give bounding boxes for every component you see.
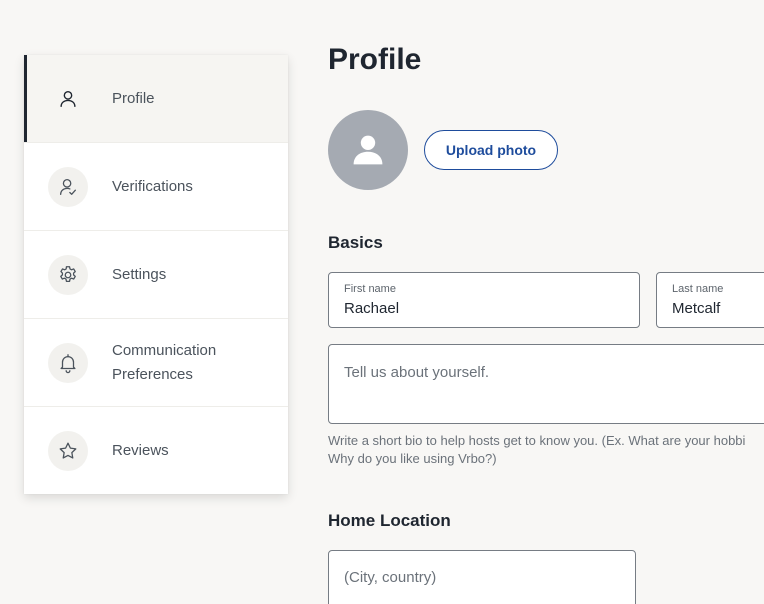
page-title: Profile bbox=[328, 43, 422, 76]
avatar bbox=[328, 110, 408, 190]
last-name-value: Metcalf bbox=[672, 300, 721, 317]
bio-placeholder: Tell us about yourself. bbox=[344, 364, 490, 381]
home-location-placeholder: (City, country) bbox=[344, 569, 437, 586]
star-icon bbox=[48, 431, 88, 471]
sidebar-item-reviews[interactable]: Reviews bbox=[24, 407, 288, 494]
sidebar-item-label: Settings bbox=[112, 266, 167, 283]
bio-helper-line: Why do you like using Vrbo?) bbox=[328, 451, 497, 466]
sidebar-item-settings[interactable]: Settings bbox=[24, 231, 288, 319]
bell-icon bbox=[48, 343, 88, 383]
home-location-input[interactable]: (City, country) bbox=[328, 550, 636, 604]
last-name-label: Last name bbox=[672, 283, 724, 295]
sidebar-nav: Profile Verifications Settings Communica… bbox=[24, 55, 288, 494]
first-name-field[interactable]: First name Rachael bbox=[328, 272, 640, 328]
first-name-value: Rachael bbox=[344, 300, 400, 317]
sidebar-item-label: Verifications bbox=[112, 178, 193, 195]
upload-photo-button[interactable]: Upload photo bbox=[424, 130, 558, 170]
home-location-heading: Home Location bbox=[328, 511, 451, 530]
gear-icon bbox=[48, 255, 88, 295]
first-name-label: First name bbox=[344, 283, 396, 295]
person-icon bbox=[48, 79, 88, 119]
profile-page: Profile Verifications Settings Communica… bbox=[0, 0, 764, 604]
bio-textarea[interactable]: Tell us about yourself. bbox=[328, 344, 764, 424]
sidebar-item-label: Communication Preferences bbox=[112, 342, 217, 383]
bio-helper-text: Write a short bio to help hosts get to k… bbox=[328, 432, 764, 468]
sidebar-item-verifications[interactable]: Verifications bbox=[24, 143, 288, 231]
person-check-icon bbox=[48, 167, 88, 207]
sidebar-item-profile[interactable]: Profile bbox=[24, 55, 288, 143]
avatar-person-icon bbox=[353, 135, 383, 165]
sidebar-item-communication-preferences[interactable]: Communication Preferences bbox=[24, 319, 288, 407]
sidebar-item-label: Reviews bbox=[112, 442, 169, 459]
last-name-field[interactable]: Last name Metcalf bbox=[656, 272, 764, 328]
basics-heading: Basics bbox=[328, 233, 383, 252]
bio-helper-line: Write a short bio to help hosts get to k… bbox=[328, 433, 746, 448]
sidebar-item-label: Profile bbox=[112, 90, 155, 107]
